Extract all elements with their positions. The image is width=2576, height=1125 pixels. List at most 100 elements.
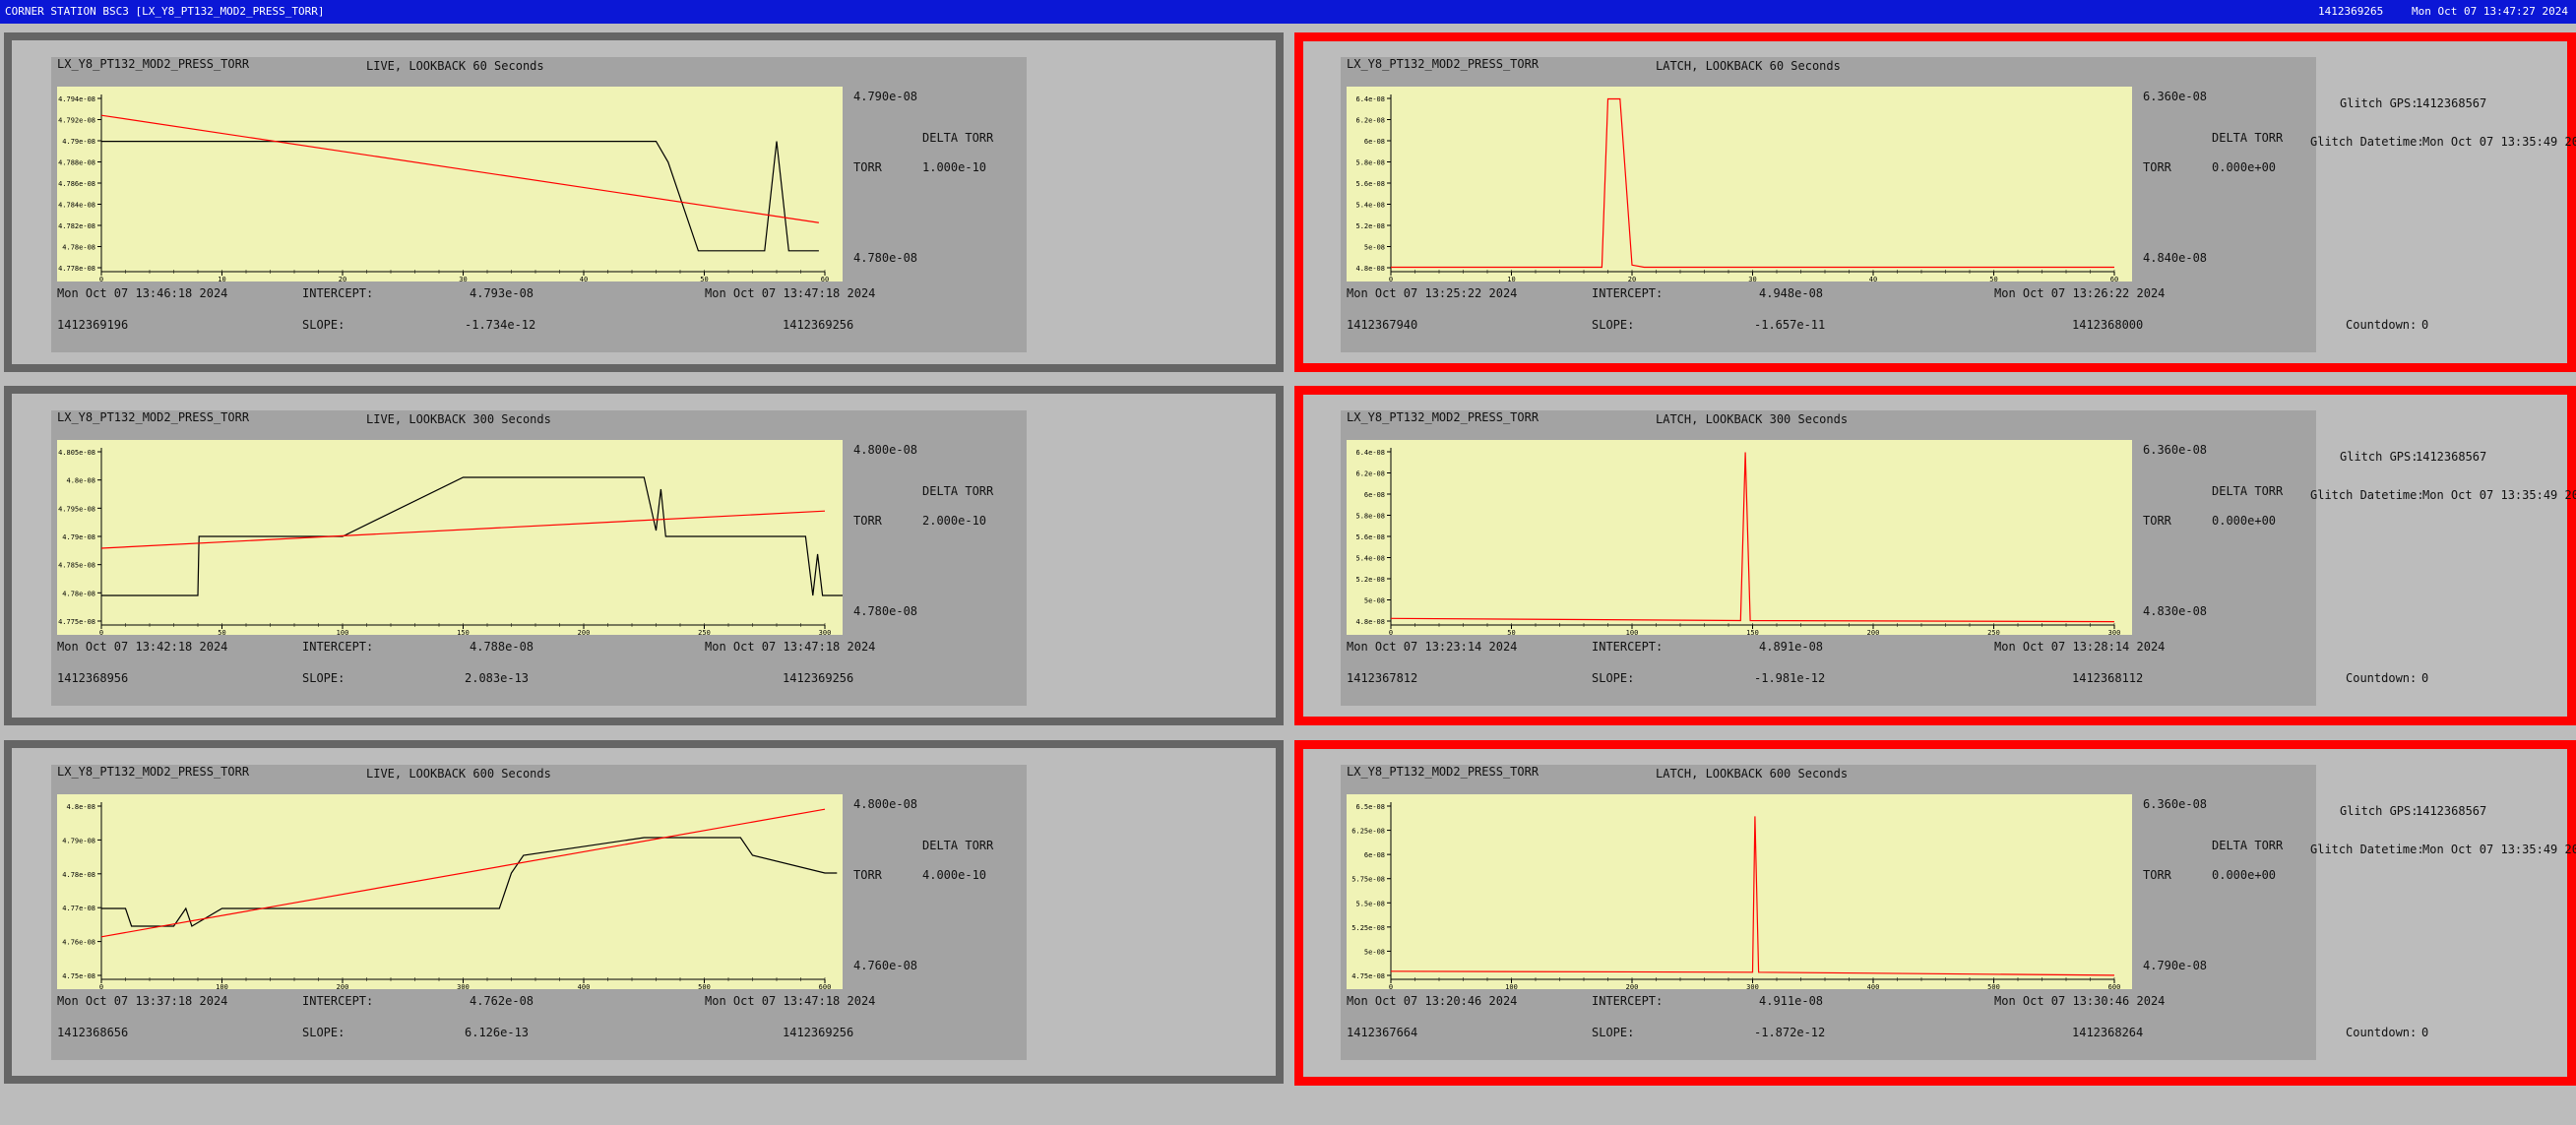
y-tick-label: 4.75e-08 (1351, 972, 1385, 980)
y-tick-label: 4.784e-08 (58, 202, 95, 210)
intercept-label: INTERCEPT: (1592, 994, 1664, 1008)
slope-label: SLOPE: (302, 318, 346, 332)
y-tick-label: 4.79e-08 (62, 533, 95, 541)
start-gps: 1412367812 (1347, 671, 1418, 685)
x-tick-label: 0 (1389, 629, 1393, 635)
x-tick-label: 10 (1507, 276, 1515, 281)
unit-label: TORR (2143, 868, 2171, 882)
slope-label: SLOPE: (1592, 1026, 1635, 1039)
y-max-label: 4.800e-08 (853, 443, 918, 457)
channel-name: LX_Y8_PT132_MOD2_PRESS_TORR (1347, 410, 1539, 424)
x-tick-label: 250 (698, 629, 711, 635)
y-tick-label: 4.77e-08 (62, 905, 95, 912)
plot-area: 6.5e-08 6.25e-08 6e-08 5.75e-08 5.5e-08 5.25e… (1347, 794, 2132, 989)
channel-name: LX_Y8_PT132_MOD2_PRESS_TORR (1347, 57, 1539, 71)
y-tick-label: 5e-08 (1364, 948, 1385, 956)
window-title-bar: CORNER STATION BSC3 [LX_Y8_PT132_MOD2_PR… (0, 0, 2576, 24)
slope-value: -1.657e-11 (1754, 318, 1826, 332)
countdown-label: Countdown: (2346, 671, 2418, 685)
glitch-gps-value: 1412368567 (2416, 804, 2487, 818)
x-tick-label: 600 (819, 983, 832, 989)
y-max-label: 6.360e-08 (2143, 90, 2208, 103)
glitch-gps-label: Glitch GPS: (2340, 804, 2419, 818)
live-panel: LX_Y8_PT132_MOD2_PRESS_TORR LIVE, LOOKBA… (4, 740, 1284, 1084)
x-tick-label: 150 (457, 629, 470, 635)
glitch-gps-label: Glitch GPS: (2340, 96, 2419, 110)
y-min-label: 4.760e-08 (853, 959, 918, 972)
slope-label: SLOPE: (302, 1026, 346, 1039)
y-tick-label: 4.8e-08 (66, 477, 95, 485)
x-tick-label: 500 (698, 983, 711, 989)
x-tick-label: 50 (1989, 276, 1997, 281)
countdown-value: 0 (2421, 318, 2429, 332)
end-time: Mon Oct 07 13:47:18 2024 (705, 640, 876, 654)
x-tick-label: 60 (2110, 276, 2118, 281)
slope-value: 2.083e-13 (465, 671, 530, 685)
x-tick-label: 20 (1628, 276, 1636, 281)
y-min-label: 4.790e-08 (2143, 959, 2208, 972)
latch-panel: LX_Y8_PT132_MOD2_PRESS_TORR LATCH, LOOKB… (1294, 386, 2576, 725)
x-tick-label: 300 (819, 629, 832, 635)
unit-label: TORR (2143, 514, 2171, 528)
y-min-label: 4.830e-08 (2143, 604, 2208, 618)
unit-label: TORR (853, 868, 882, 882)
intercept-value: 4.762e-08 (470, 994, 534, 1008)
slope-label: SLOPE: (302, 671, 346, 685)
y-tick-label: 4.75e-08 (62, 972, 95, 980)
x-tick-label: 40 (1869, 276, 1877, 281)
delta-value: 0.000e+00 (2212, 514, 2277, 528)
y-tick-label: 6.5e-08 (1355, 803, 1385, 811)
x-tick-label: 50 (1507, 629, 1515, 635)
y-tick-label: 5.2e-08 (1355, 576, 1385, 584)
y-tick-label: 6.4e-08 (1355, 95, 1385, 103)
slope-label: SLOPE: (1592, 318, 1635, 332)
start-gps: 1412368656 (57, 1026, 129, 1039)
plot-mode: LIVE, LOOKBACK 60 Seconds (366, 59, 544, 73)
latch-panel: LX_Y8_PT132_MOD2_PRESS_TORR LATCH, LOOKB… (1294, 32, 2576, 372)
x-tick-label: 20 (339, 276, 346, 281)
data-series-line (1390, 452, 2115, 623)
chart-svg: 4.794e-08 4.792e-08 4.79e-08 4.788e-08 4.786… (58, 94, 829, 281)
y-tick-label: 6.2e-08 (1355, 470, 1385, 478)
y-max-label: 4.800e-08 (853, 797, 918, 811)
glitch-datetime-value: Mon Oct 07 13:35:49 2024 (2422, 135, 2576, 149)
x-tick-label: 100 (337, 629, 349, 635)
x-tick-label: 0 (1389, 983, 1393, 989)
slope-value: -1.981e-12 (1754, 671, 1826, 685)
y-tick-label: 4.775e-08 (58, 618, 95, 626)
y-tick-label: 4.78e-08 (62, 590, 95, 597)
start-time: Mon Oct 07 13:20:46 2024 (1347, 994, 1518, 1008)
latch-panel: LX_Y8_PT132_MOD2_PRESS_TORR LATCH, LOOKB… (1294, 740, 2576, 1086)
intercept-value: 4.911e-08 (1759, 994, 1824, 1008)
unit-label: TORR (853, 514, 882, 528)
x-tick-label: 100 (1626, 629, 1639, 635)
plot-area: 4.794e-08 4.792e-08 4.79e-08 4.788e-08 4.786… (57, 87, 843, 281)
x-tick-label: 0 (99, 983, 103, 989)
x-tick-label: 30 (1748, 276, 1756, 281)
unit-label: TORR (853, 160, 882, 174)
chart-svg: 6.4e-08 6.2e-08 6e-08 5.8e-08 5.6e-08 5.4e-08… (1355, 448, 2120, 635)
live-panel: LX_Y8_PT132_MOD2_PRESS_TORR LIVE, LOOKBA… (4, 386, 1284, 725)
y-tick-label: 4.8e-08 (1355, 618, 1385, 626)
x-tick-label: 0 (99, 629, 103, 635)
plot-frame: LX_Y8_PT132_MOD2_PRESS_TORR LATCH, LOOKB… (1341, 410, 2316, 706)
fit-line (100, 114, 819, 223)
delta-value: 0.000e+00 (2212, 868, 2277, 882)
y-tick-label: 4.8e-08 (66, 803, 95, 811)
data-series-line (1390, 816, 2115, 976)
plot-frame: LX_Y8_PT132_MOD2_PRESS_TORR LIVE, LOOKBA… (51, 410, 1027, 706)
end-gps: 1412368112 (2072, 671, 2144, 685)
x-tick-label: 300 (1746, 983, 1759, 989)
y-tick-label: 6.25e-08 (1351, 828, 1385, 836)
x-tick-label: 200 (1626, 983, 1639, 989)
start-time: Mon Oct 07 13:23:14 2024 (1347, 640, 1518, 654)
intercept-value: 4.793e-08 (470, 286, 534, 300)
x-tick-label: 400 (1867, 983, 1880, 989)
plot-frame: LX_Y8_PT132_MOD2_PRESS_TORR LIVE, LOOKBA… (51, 57, 1027, 352)
plot-frame: LX_Y8_PT132_MOD2_PRESS_TORR LATCH, LOOKB… (1341, 57, 2316, 352)
y-tick-label: 4.79e-08 (62, 138, 95, 146)
y-tick-label: 5.6e-08 (1355, 533, 1385, 541)
y-max-label: 6.360e-08 (2143, 797, 2208, 811)
end-time: Mon Oct 07 13:30:46 2024 (1994, 994, 2166, 1008)
y-tick-label: 5e-08 (1364, 597, 1385, 605)
